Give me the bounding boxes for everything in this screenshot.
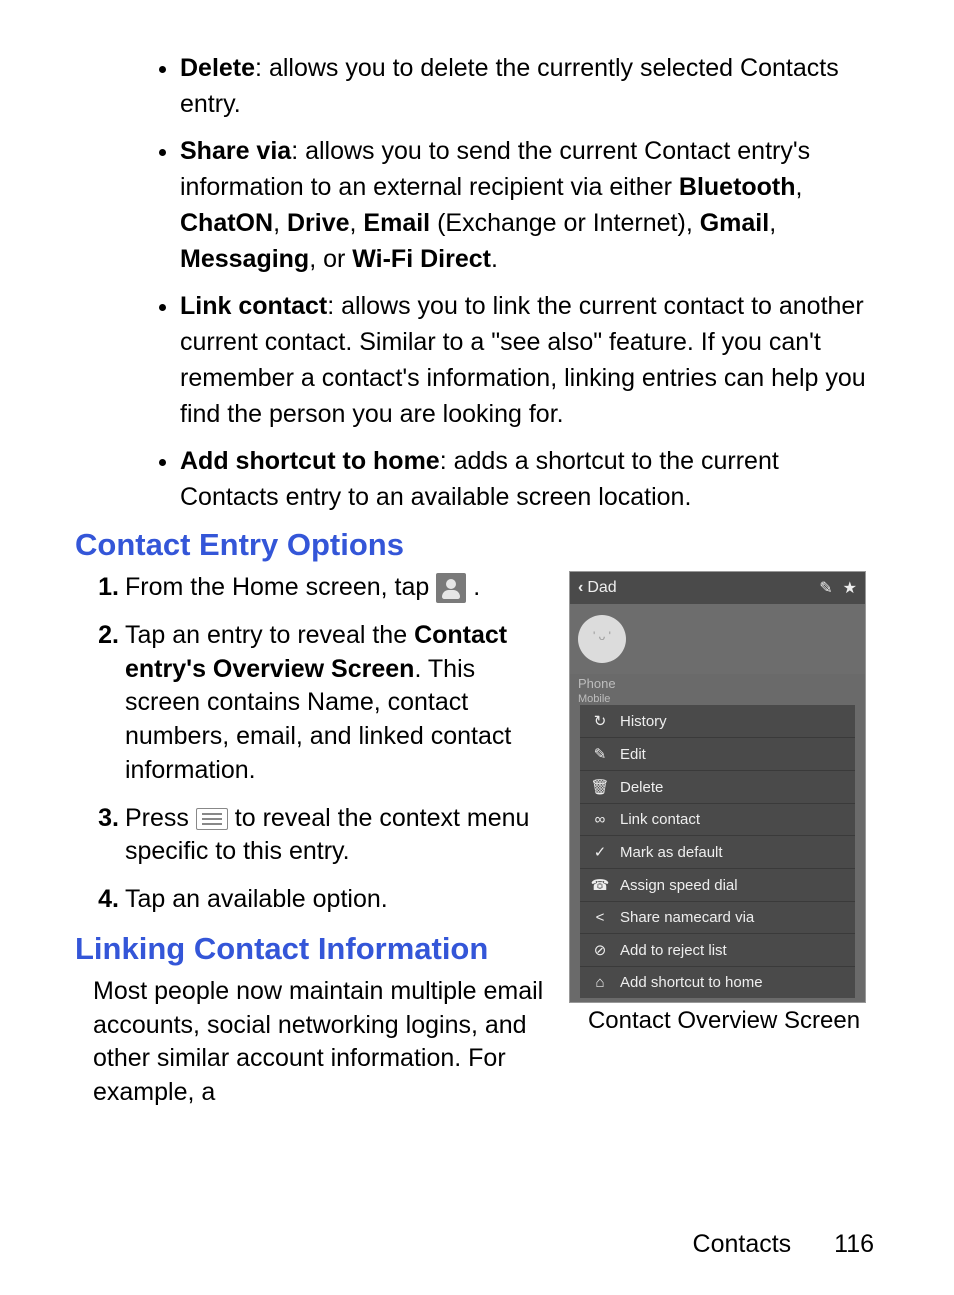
contact-title: Dad: [587, 579, 809, 597]
dial-icon: ☎: [590, 876, 610, 894]
footer-section: Contacts: [693, 1230, 792, 1258]
menu-add-shortcut[interactable]: ⌂Add shortcut to home: [580, 967, 855, 998]
edit-icon: ✎: [590, 745, 610, 763]
menu-speed-dial[interactable]: ☎Assign speed dial: [580, 869, 855, 902]
term: Share via: [180, 137, 291, 165]
contacts-icon: [436, 573, 466, 603]
bullet-delete: Delete: allows you to delete the current…: [180, 50, 879, 123]
heading-contact-entry-options: Contact Entry Options: [75, 527, 879, 563]
check-icon: ✓: [590, 843, 610, 861]
contact-overview-screenshot: ‹ Dad ✎ ★ Phone Mobile ↻History ✎Edit 🗑D…: [569, 571, 866, 1003]
back-icon[interactable]: ‹: [578, 579, 583, 597]
page-footer: Contacts 116: [693, 1230, 874, 1259]
step-3: Press to reveal the context menu specifi…: [125, 802, 555, 870]
edit-icon[interactable]: ✎: [819, 578, 832, 598]
bullet-share-via: Share via: allows you to send the curren…: [180, 133, 879, 278]
label-mobile: Mobile: [570, 693, 865, 705]
block-icon: ⊘: [590, 941, 610, 959]
steps-list: From the Home screen, tap . Tap an entry…: [75, 571, 555, 917]
history-icon: ↻: [590, 712, 610, 730]
term: Link contact: [180, 292, 327, 320]
menu-link-contact[interactable]: ∞Link contact: [580, 804, 855, 836]
step-4: Tap an available option.: [125, 883, 555, 917]
link-icon: ∞: [590, 811, 610, 828]
share-icon: <: [590, 909, 610, 926]
trash-icon: 🗑: [590, 778, 610, 796]
menu-icon: [196, 808, 228, 830]
heading-linking-contact-info: Linking Contact Information: [75, 931, 555, 967]
term: Delete: [180, 54, 255, 82]
avatar-area: [570, 604, 865, 674]
menu-reject-list[interactable]: ⊘Add to reject list: [580, 934, 855, 967]
feature-bullets: Delete: allows you to delete the current…: [75, 50, 879, 515]
bullet-link-contact: Link contact: allows you to link the cur…: [180, 288, 879, 433]
menu-share-namecard[interactable]: <Share namecard via: [580, 902, 855, 934]
step-2: Tap an entry to reveal the Contact entry…: [125, 619, 555, 788]
context-menu: ↻History ✎Edit 🗑Delete ∞Link contact ✓Ma…: [570, 705, 865, 1002]
bullet-add-shortcut: Add shortcut to home: adds a shortcut to…: [180, 443, 879, 516]
figure-caption: Contact Overview Screen: [569, 1007, 879, 1035]
linking-body-text: Most people now maintain multiple email …: [93, 975, 555, 1110]
footer-page-number: 116: [834, 1230, 874, 1258]
menu-mark-default[interactable]: ✓Mark as default: [580, 836, 855, 869]
avatar-icon: [578, 615, 626, 663]
home-icon: ⌂: [590, 974, 610, 991]
menu-delete[interactable]: 🗑Delete: [580, 771, 855, 804]
menu-history[interactable]: ↻History: [580, 705, 855, 738]
star-icon[interactable]: ★: [843, 578, 857, 598]
phone-header: ‹ Dad ✎ ★: [570, 572, 865, 604]
desc: : allows you to delete the currently sel…: [180, 54, 839, 118]
section-phone: Phone: [570, 674, 865, 693]
step-1: From the Home screen, tap .: [125, 571, 555, 605]
menu-edit[interactable]: ✎Edit: [580, 738, 855, 771]
term: Add shortcut to home: [180, 447, 440, 475]
